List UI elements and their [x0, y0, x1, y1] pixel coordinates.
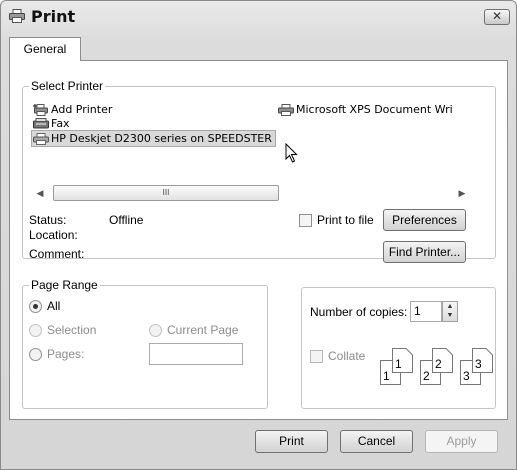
scroll-right-arrow-icon[interactable]: ▶ — [455, 185, 469, 201]
network-printer-icon — [33, 133, 49, 145]
cancel-button[interactable]: Cancel — [340, 430, 413, 453]
status-value: Offline — [109, 213, 144, 227]
printer-name: Microsoft XPS Document Wri — [296, 103, 453, 116]
scroll-thumb[interactable]: III — [53, 185, 279, 201]
grip-icon: III — [162, 188, 170, 197]
collate-label: Collate — [328, 349, 366, 363]
location-label: Location: — [29, 228, 78, 242]
copies-spinner[interactable]: ▲ ▼ — [442, 301, 458, 322]
print-dialog: Print ✕ General Select Printer Add Print… — [0, 0, 517, 470]
printer-name: HP Deskjet D2300 series on SPEEDSTER — [51, 132, 272, 145]
window-title: Print — [31, 7, 76, 26]
spin-up-icon[interactable]: ▲ — [443, 302, 457, 311]
close-button[interactable]: ✕ — [484, 9, 510, 25]
find-printer-button[interactable]: Find Printer... — [383, 241, 466, 263]
printer-name: Fax — [51, 117, 70, 130]
page-range-current-page-label: Current Page — [167, 323, 239, 337]
page-range-pages-label: Pages: — [47, 347, 85, 361]
printer-item-add-printer[interactable]: Add Printer — [33, 103, 112, 116]
pages-input[interactable] — [149, 343, 243, 365]
preferences-button[interactable]: Preferences — [383, 209, 466, 231]
page-range-selection-radio[interactable] — [29, 324, 42, 337]
status-label: Status: — [29, 213, 67, 227]
printer-item-fax[interactable]: Fax — [33, 117, 70, 130]
printer-name: Add Printer — [51, 103, 113, 116]
printer-list-horizontal-scrollbar[interactable]: ◀ III ▶ — [33, 185, 469, 201]
printer-item-microsoft-xps[interactable]: Microsoft XPS Document Wri — [278, 103, 453, 116]
apply-button[interactable]: Apply — [425, 430, 498, 453]
number-of-copies-label: Number of copies: — [310, 305, 408, 319]
collate-page-icon: 1 — [392, 348, 413, 373]
print-to-file-checkbox[interactable] — [299, 214, 312, 227]
print-button[interactable]: Print — [255, 430, 328, 453]
select-printer-legend: Select Printer — [31, 79, 104, 93]
close-icon: ✕ — [491, 9, 503, 23]
select-printer-group: Select Printer Add Printer Microsoft XPS… — [22, 79, 496, 263]
add-printer-icon — [33, 104, 49, 116]
title-bar[interactable]: Print ✕ — [1, 1, 516, 31]
fax-icon — [33, 118, 49, 130]
print-to-file-label: Print to file — [317, 213, 374, 227]
printer-item-hp-deskjet[interactable]: HP Deskjet D2300 series on SPEEDSTER — [31, 130, 276, 147]
page-range-all-radio[interactable] — [29, 300, 42, 313]
printer-icon — [278, 104, 294, 116]
page-range-pages-radio[interactable] — [29, 348, 42, 361]
collate-page-icon: 2 — [432, 348, 453, 373]
general-tab-panel: Select Printer Add Printer Microsoft XPS… — [9, 60, 508, 420]
copies-group: Number of copies: 1 ▲ ▼ Collate 1 1 2 2 … — [301, 287, 496, 409]
collate-page-icon: 3 — [472, 348, 493, 373]
mouse-cursor-icon — [285, 142, 299, 166]
page-range-current-page-radio[interactable] — [149, 324, 162, 337]
collate-checkbox[interactable] — [310, 350, 323, 363]
printer-icon — [9, 9, 25, 23]
spin-down-icon[interactable]: ▼ — [443, 311, 457, 320]
page-range-selection-label: Selection — [47, 323, 97, 337]
tab-general[interactable]: General — [9, 37, 81, 61]
page-range-group: Page Range All Selection Current Page Pa… — [22, 278, 268, 409]
page-range-all-label: All — [47, 299, 61, 313]
copies-input[interactable]: 1 — [410, 301, 442, 322]
page-range-legend: Page Range — [31, 278, 98, 292]
comment-label: Comment: — [29, 247, 85, 261]
scroll-left-arrow-icon[interactable]: ◀ — [33, 185, 47, 201]
